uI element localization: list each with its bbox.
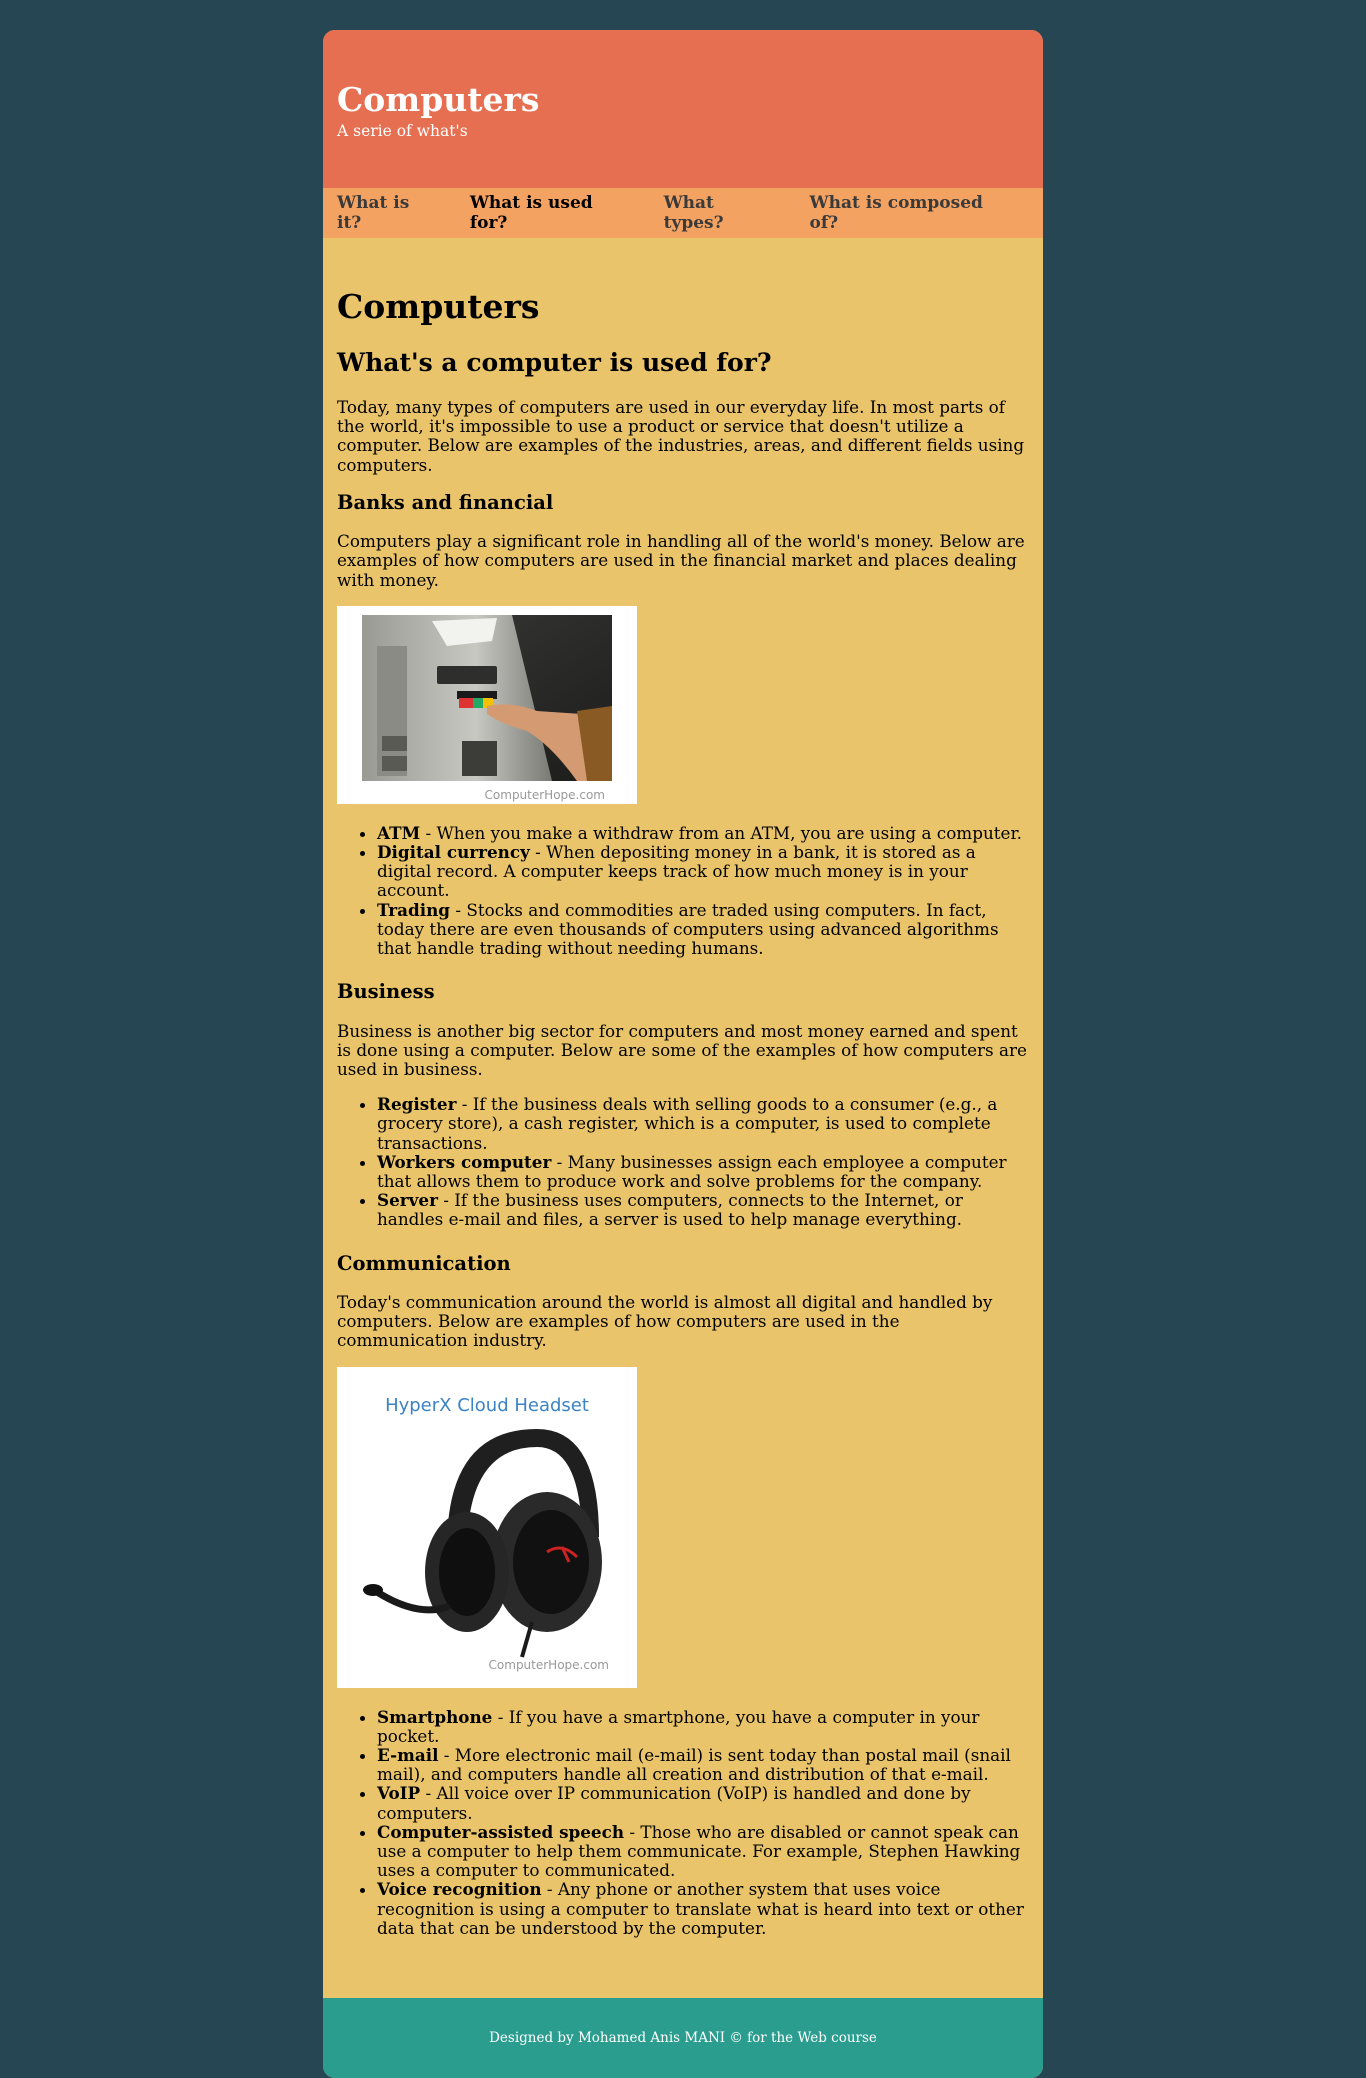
headset-illustration: HyperX Cloud Headset ComputerHope.com xyxy=(363,1395,609,1672)
nav-what-is-it[interactable]: What is it? xyxy=(337,193,435,233)
list-item: Server - If the business uses computers,… xyxy=(377,1190,1029,1230)
site-title: Computers xyxy=(337,80,540,119)
list-item-term: ATM xyxy=(377,822,421,843)
business-list: Register - If the business deals with se… xyxy=(337,1095,1029,1230)
list-item-desc: - All voice over IP communication (VoIP)… xyxy=(377,1783,971,1823)
list-item: VoIP - All voice over IP communication (… xyxy=(377,1783,1029,1823)
page-title: Computers xyxy=(337,287,540,326)
list-item: Digital currency - When depositing money… xyxy=(377,841,1029,901)
list-item-term: Server xyxy=(377,1190,438,1211)
list-item-term: E-mail xyxy=(377,1745,439,1765)
headset-image: HyperX Cloud Headset ComputerHope.com xyxy=(337,1366,637,1688)
main-nav: What is it? What is used for? What types… xyxy=(323,188,1043,238)
page-question: What's a computer is used for? xyxy=(337,347,772,377)
site-header: Computers A serie of what's xyxy=(323,30,1043,188)
headset-image-caption: ComputerHope.com xyxy=(489,1658,609,1672)
list-item-desc: - Stocks and commodities are traded usin… xyxy=(377,899,999,958)
list-item-term: Trading xyxy=(377,899,451,920)
site-subtitle: A serie of what's xyxy=(337,121,468,140)
communication-list: Smartphone - If you have a smartphone, y… xyxy=(337,1706,1029,1938)
list-item-desc: - If the business uses computers, connec… xyxy=(377,1190,963,1230)
communication-paragraph: Today's communication around the world i… xyxy=(337,1291,993,1351)
main-content: Computers What's a computer is used for?… xyxy=(323,238,1043,1998)
list-item: ATM - When you make a withdraw from an A… xyxy=(377,822,1029,843)
page-container: Computers A serie of what's What is it? … xyxy=(323,30,1043,2078)
list-item-term: Voice recognition xyxy=(377,1879,542,1900)
list-item-term: Register xyxy=(377,1094,457,1115)
list-item: E-mail - More electronic mail (e-mail) i… xyxy=(377,1745,1029,1785)
list-item: Smartphone - If you have a smartphone, y… xyxy=(377,1706,1029,1746)
atm-illustration: ComputerHope.com xyxy=(362,614,612,802)
business-paragraph: Business is another big sector for compu… xyxy=(337,1020,1027,1079)
list-item: Computer-assisted speech - Those who are… xyxy=(377,1821,1029,1881)
list-item: Trading - Stocks and commodities are tra… xyxy=(377,899,1029,959)
business-heading: Business xyxy=(337,980,435,1004)
list-item: Workers computer - Many businesses assig… xyxy=(377,1151,1029,1191)
atm-image: ComputerHope.com xyxy=(337,605,637,804)
list-item-term: Digital currency xyxy=(377,841,530,862)
site-footer: Designed by Mohamed Anis MANI © for the … xyxy=(323,1998,1043,2078)
banks-paragraph: Computers play a significant role in han… xyxy=(337,531,1025,590)
atm-image-caption: ComputerHope.com xyxy=(485,788,605,802)
list-item-desc: - If the business deals with selling goo… xyxy=(377,1094,998,1153)
list-item-desc: - More electronic mail (e-mail) is sent … xyxy=(377,1745,1011,1785)
intro-paragraph: Today, many types of computers are used … xyxy=(337,396,1025,475)
headset-image-title: HyperX Cloud Headset xyxy=(385,1395,589,1416)
list-item-term: Smartphone xyxy=(377,1706,493,1727)
banks-list: ATM - When you make a withdraw from an A… xyxy=(337,822,1029,959)
footer-credit: Designed by Mohamed Anis MANI © for the … xyxy=(489,2030,877,2047)
banks-heading: Banks and financial xyxy=(337,490,554,514)
communication-heading: Communication xyxy=(337,1251,511,1275)
nav-what-is-composed-of[interactable]: What is composed of? xyxy=(810,193,1008,233)
list-item-term: VoIP xyxy=(377,1783,421,1804)
nav-what-types[interactable]: What types? xyxy=(664,193,775,233)
list-item: Voice recognition - Any phone or another… xyxy=(377,1880,1029,1938)
nav-what-is-used-for[interactable]: What is used for? xyxy=(470,193,629,233)
list-item-term: Workers computer xyxy=(377,1151,552,1172)
list-item-term: Computer-assisted speech xyxy=(377,1821,625,1842)
list-item-desc: - When you make a withdraw from an ATM, … xyxy=(420,822,1022,843)
list-item: Register - If the business deals with se… xyxy=(377,1095,1029,1153)
